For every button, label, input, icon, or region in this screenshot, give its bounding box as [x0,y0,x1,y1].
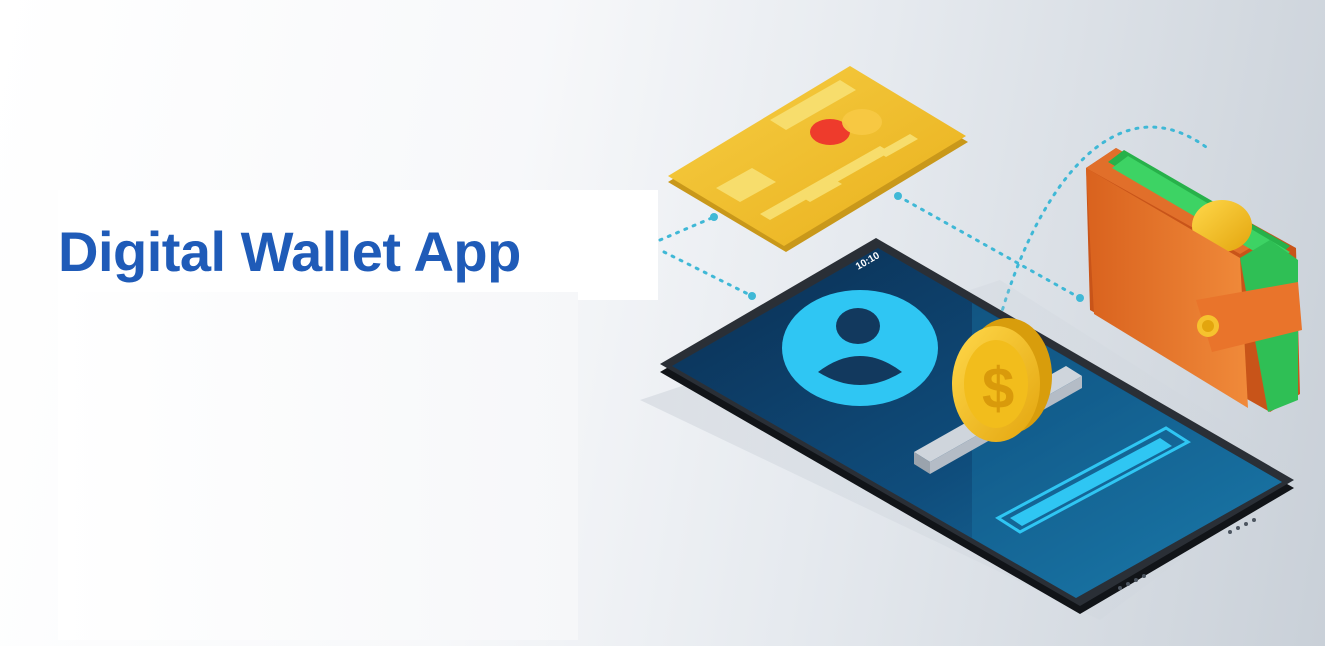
user-avatar-icon [782,290,938,406]
credit-card-icon [668,66,968,252]
wallet-illustration: 10:10 $ [640,66,1302,620]
dollar-symbol: $ [982,356,1014,421]
